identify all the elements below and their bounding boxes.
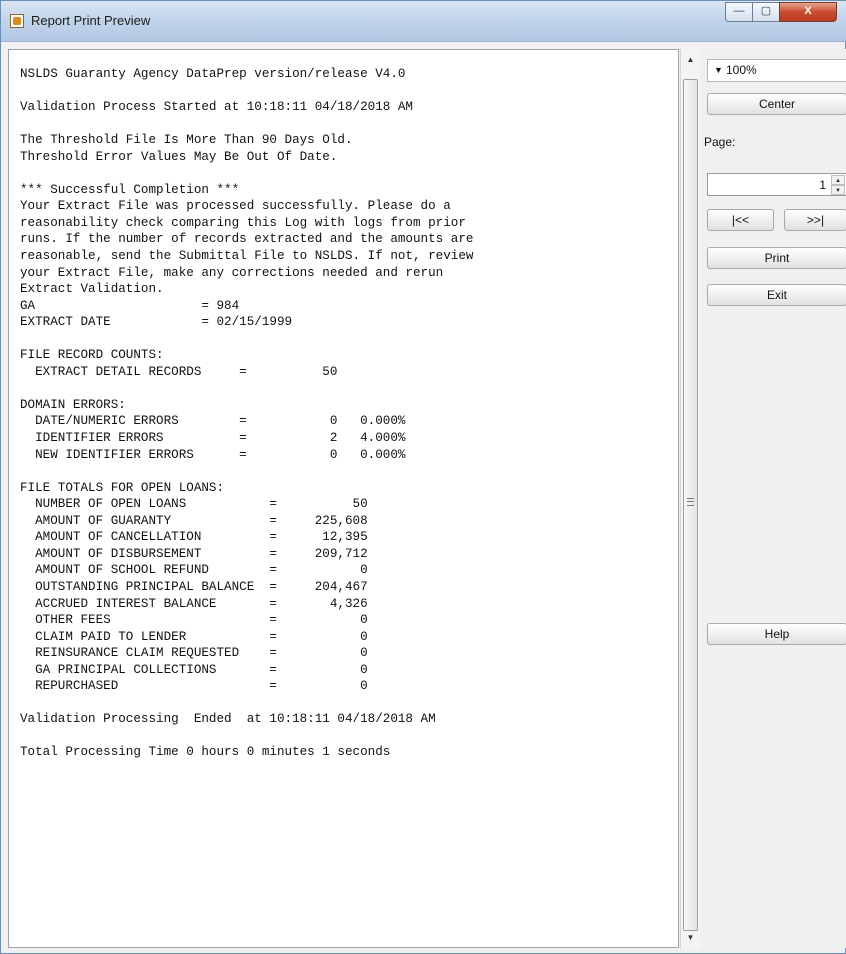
page-number-value: 1	[819, 178, 826, 192]
report-line: runs. If the number of records extracted…	[20, 232, 474, 247]
report-line	[20, 116, 473, 133]
report-line	[20, 728, 473, 745]
help-button[interactable]: Help	[707, 623, 846, 645]
report-line: REINSURANCE CLAIM REQUESTED = 0	[20, 646, 368, 661]
page-label: Page:	[704, 135, 736, 149]
report-line: *** Successful Completion ***	[20, 182, 240, 197]
report-line: ACCRUED INTEREST BALANCE = 4,326	[20, 596, 368, 611]
report-line	[20, 380, 473, 397]
report-line: AMOUNT OF GUARANTY = 225,608	[20, 513, 368, 528]
vertical-scrollbar[interactable]: ▲ ▼	[680, 49, 700, 948]
report-line: reasonable, send the Submittal File to N…	[20, 249, 474, 264]
report-line: REPURCHASED = 0	[20, 679, 368, 694]
report-line: DOMAIN ERRORS:	[20, 397, 126, 412]
report-line: your Extract File, make any corrections …	[20, 265, 444, 280]
report-preview-pane[interactable]: NSLDS Guaranty Agency DataPrep version/r…	[8, 49, 679, 948]
report-line: EXTRACT DETAIL RECORDS = 50	[20, 364, 338, 379]
report-line: Threshold Error Values May Be Out Of Dat…	[20, 149, 338, 164]
report-line: OUTSTANDING PRINCIPAL BALANCE = 204,467	[20, 579, 368, 594]
window-title: Report Print Preview	[31, 13, 151, 28]
report-line: Your Extract File was processed successf…	[20, 199, 451, 214]
report-line: CLAIM PAID TO LENDER = 0	[20, 629, 368, 644]
report-line: AMOUNT OF DISBURSEMENT = 209,712	[20, 546, 368, 561]
report-line: IDENTIFIER ERRORS = 2 4.000%	[20, 431, 406, 446]
report-line: EXTRACT DATE = 02/15/1999	[20, 315, 293, 330]
print-button[interactable]: Print	[707, 247, 846, 269]
report-line: Total Processing Time 0 hours 0 minutes …	[20, 745, 391, 760]
report-line: FILE RECORD COUNTS:	[20, 348, 164, 363]
report-line: Validation Process Started at 10:18:11 0…	[20, 100, 413, 115]
report-line: NSLDS Guaranty Agency DataPrep version/r…	[20, 67, 406, 81]
report-line: OTHER FEES = 0	[20, 613, 368, 628]
exit-button[interactable]: Exit	[707, 284, 846, 306]
last-page-button[interactable]: >>|	[784, 209, 846, 231]
report-text: NSLDS Guaranty Agency DataPrep version/r…	[20, 66, 473, 761]
report-line: The Threshold File Is More Than 90 Days …	[20, 133, 353, 148]
java-app-icon	[10, 14, 24, 28]
spin-down-icon[interactable]: ▼	[831, 185, 845, 195]
zoom-select[interactable]: ▼ 100%	[707, 59, 846, 82]
scroll-grip-icon	[687, 498, 694, 506]
report-line: AMOUNT OF SCHOOL REFUND = 0	[20, 563, 368, 578]
zoom-value: 100%	[726, 63, 757, 77]
page-number-spinner[interactable]: 1 ▲ ▼	[707, 173, 846, 196]
report-line: NUMBER OF OPEN LOANS = 50	[20, 497, 368, 512]
dropdown-arrow-icon: ▼	[714, 65, 723, 75]
report-line: AMOUNT OF CANCELLATION = 12,395	[20, 530, 368, 545]
scroll-thumb[interactable]	[683, 79, 698, 931]
report-print-preview-window: Report Print Preview — ▢ X NSLDS Guarant…	[0, 0, 846, 954]
report-line: NEW IDENTIFIER ERRORS = 0 0.000%	[20, 447, 406, 462]
first-page-button[interactable]: |<<	[707, 209, 774, 231]
report-line	[20, 463, 473, 480]
close-button[interactable]: X	[779, 2, 837, 22]
report-line	[20, 83, 473, 100]
report-line	[20, 695, 473, 712]
scroll-up-icon[interactable]: ▲	[681, 51, 700, 68]
spin-up-icon[interactable]: ▲	[831, 175, 845, 185]
report-line: GA = 984	[20, 298, 240, 313]
report-line	[20, 331, 473, 348]
minimize-button[interactable]: —	[725, 2, 753, 22]
report-line: FILE TOTALS FOR OPEN LOANS:	[20, 480, 225, 495]
report-line: GA PRINCIPAL COLLECTIONS = 0	[20, 662, 368, 677]
report-line	[20, 165, 473, 182]
report-line: DATE/NUMERIC ERRORS = 0 0.000%	[20, 414, 406, 429]
report-line: Validation Processing Ended at 10:18:11 …	[20, 712, 436, 727]
center-button[interactable]: Center	[707, 93, 846, 115]
title-bar[interactable]: Report Print Preview — ▢ X	[1, 1, 846, 42]
report-line: Extract Validation.	[20, 282, 164, 297]
maximize-button[interactable]: ▢	[752, 2, 780, 22]
scroll-down-icon[interactable]: ▼	[681, 929, 700, 946]
report-line: reasonability check comparing this Log w…	[20, 215, 466, 230]
